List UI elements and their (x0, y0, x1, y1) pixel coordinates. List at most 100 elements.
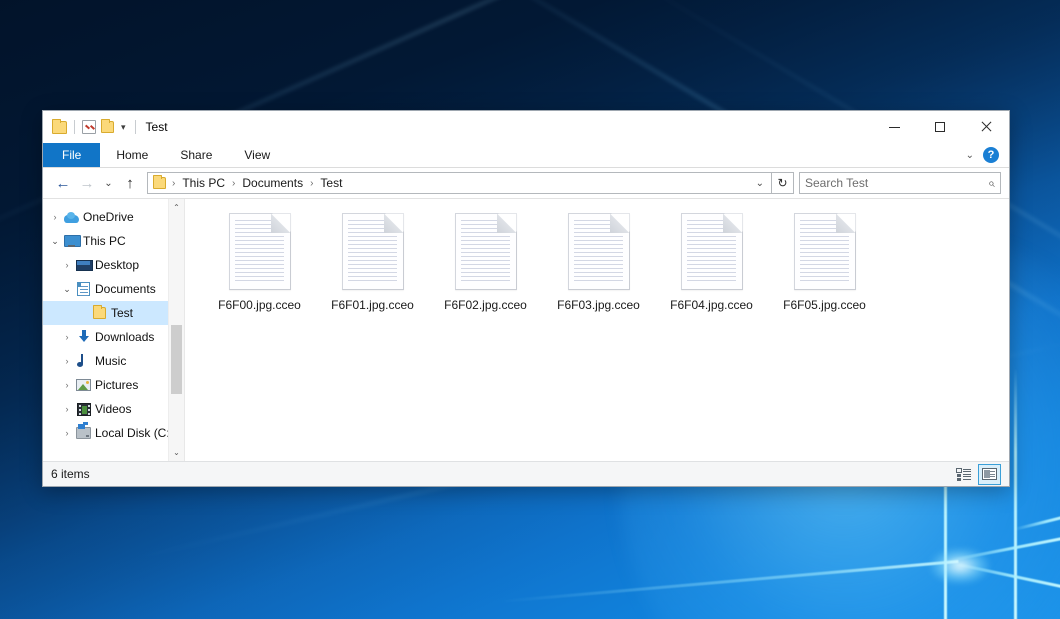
search-icon: ⌕ (988, 176, 995, 191)
sidebar-item-onedrive[interactable]: › OneDrive (43, 205, 184, 229)
title-bar: ▾ Test (43, 111, 1009, 143)
search-input[interactable]: Search Test (805, 176, 988, 190)
generic-document-icon (681, 213, 743, 290)
file-list-pane[interactable]: F6F00.jpg.cceo F6F01.jpg.cceo (184, 199, 1009, 461)
file-item[interactable]: F6F03.jpg.cceo (542, 211, 655, 312)
chevron-right-icon[interactable]: › (59, 333, 75, 342)
this-pc-icon (63, 235, 80, 247)
up-button[interactable]: ↑ (118, 171, 142, 195)
chevron-down-icon[interactable]: ⌄ (966, 150, 974, 161)
minimize-button[interactable] (871, 111, 917, 143)
sidebar-item-local-disk[interactable]: › Local Disk (C:) (43, 421, 184, 445)
view-toggle-group (952, 464, 1001, 485)
desktop: ▾ Test File Home Share View ⌄ ? ← → (0, 0, 1060, 619)
sidebar-scrollbar[interactable]: ⌃ ⌄ (168, 199, 184, 461)
sidebar-item-label: Music (92, 354, 126, 368)
desktop-icon (75, 259, 92, 271)
music-icon (75, 354, 92, 368)
address-bar[interactable]: › This PC › Documents › Test ⌄ (147, 172, 772, 194)
chevron-right-icon[interactable]: › (59, 357, 75, 366)
page-fold-icon (271, 214, 290, 233)
onedrive-icon (63, 212, 80, 223)
documents-icon (75, 282, 92, 296)
toolbar-divider (74, 120, 75, 134)
file-item[interactable]: F6F02.jpg.cceo (429, 211, 542, 312)
sidebar-item-label: Local Disk (C:) (92, 426, 174, 440)
pictures-icon (75, 379, 92, 391)
properties-checkbox-icon[interactable] (82, 120, 96, 134)
file-item[interactable]: F6F01.jpg.cceo (316, 211, 429, 312)
chevron-right-icon[interactable]: › (47, 213, 63, 222)
back-button[interactable]: ← (51, 171, 75, 195)
sidebar-item-label: This PC (80, 234, 126, 248)
sidebar-item-label: Videos (92, 402, 131, 416)
quick-access-toolbar: ▾ (43, 111, 138, 143)
minimize-icon (889, 127, 900, 128)
tab-file[interactable]: File (43, 143, 100, 167)
file-item[interactable]: F6F05.jpg.cceo (768, 211, 881, 312)
sidebar-item-desktop[interactable]: › Desktop (43, 253, 184, 277)
windows-logo-hotspot (930, 548, 990, 584)
page-fold-icon (384, 214, 403, 233)
tab-home[interactable]: Home (100, 143, 164, 167)
navigation-pane: › OneDrive ⌄ This PC › Desktop ⌄ (43, 199, 184, 461)
scroll-down-icon[interactable]: ⌄ (169, 444, 185, 461)
breadcrumb-this-pc[interactable]: This PC (179, 176, 228, 190)
help-icon[interactable]: ? (983, 147, 999, 163)
status-bar: 6 items (43, 461, 1009, 486)
breadcrumb-documents[interactable]: Documents (239, 176, 306, 190)
sidebar-item-pictures[interactable]: › Pictures (43, 373, 184, 397)
large-icons-view-icon (982, 468, 997, 480)
sidebar-item-downloads[interactable]: › Downloads (43, 325, 184, 349)
downloads-icon (75, 330, 92, 344)
scrollbar-thumb[interactable] (171, 325, 182, 393)
close-button[interactable] (963, 111, 1009, 143)
sidebar-item-this-pc[interactable]: ⌄ This PC (43, 229, 184, 253)
sidebar-item-label: Downloads (92, 330, 154, 344)
sidebar-item-label: OneDrive (80, 210, 134, 224)
recent-locations-button[interactable]: ⌄ (99, 171, 118, 195)
breadcrumb-test[interactable]: Test (317, 176, 345, 190)
videos-icon (75, 403, 92, 416)
file-item[interactable]: F6F04.jpg.cceo (655, 211, 768, 312)
scrollbar-track[interactable] (169, 216, 185, 444)
chevron-right-icon[interactable]: › (59, 261, 75, 270)
page-fold-icon (610, 214, 629, 233)
file-item[interactable]: F6F00.jpg.cceo (203, 211, 316, 312)
search-box[interactable]: Search Test ⌕ (799, 172, 1001, 194)
ribbon-right-controls: ⌄ ? (966, 143, 1009, 167)
chevron-right-icon[interactable]: › (59, 429, 75, 438)
page-fold-icon (497, 214, 516, 233)
breadcrumb-separator: › (168, 178, 179, 189)
chevron-down-icon[interactable]: ▾ (119, 123, 128, 132)
file-name: F6F02.jpg.cceo (444, 298, 527, 312)
page-fold-icon (836, 214, 855, 233)
file-explorer-window: ▾ Test File Home Share View ⌄ ? ← → (42, 110, 1010, 487)
chevron-right-icon[interactable]: › (59, 405, 75, 414)
refresh-button[interactable]: ↻ (772, 172, 794, 194)
breadcrumb-separator: › (306, 178, 317, 189)
large-icons-view-button[interactable] (978, 464, 1001, 485)
chevron-right-icon[interactable]: › (59, 381, 75, 390)
details-view-button[interactable] (952, 464, 975, 485)
folder-icon[interactable] (52, 121, 67, 134)
folder-icon (153, 177, 166, 189)
sidebar-item-music[interactable]: › Music (43, 349, 184, 373)
maximize-button[interactable] (917, 111, 963, 143)
breadcrumb-separator: › (228, 178, 239, 189)
tab-share[interactable]: Share (164, 143, 228, 167)
chevron-down-icon[interactable]: ⌄ (751, 178, 769, 189)
sidebar-item-test[interactable]: Test (43, 301, 184, 325)
file-name: F6F05.jpg.cceo (783, 298, 866, 312)
sidebar-item-videos[interactable]: › Videos (43, 397, 184, 421)
chevron-down-icon[interactable]: ⌄ (47, 237, 63, 246)
forward-button[interactable]: → (75, 171, 99, 195)
windows-logo-beam (1014, 368, 1017, 619)
scroll-up-icon[interactable]: ⌃ (169, 199, 185, 216)
disk-icon (75, 427, 92, 439)
tab-view[interactable]: View (228, 143, 286, 167)
sidebar-item-documents[interactable]: ⌄ Documents (43, 277, 184, 301)
chevron-down-icon[interactable]: ⌄ (59, 285, 75, 294)
new-folder-icon[interactable] (101, 121, 114, 133)
file-name: F6F03.jpg.cceo (557, 298, 640, 312)
